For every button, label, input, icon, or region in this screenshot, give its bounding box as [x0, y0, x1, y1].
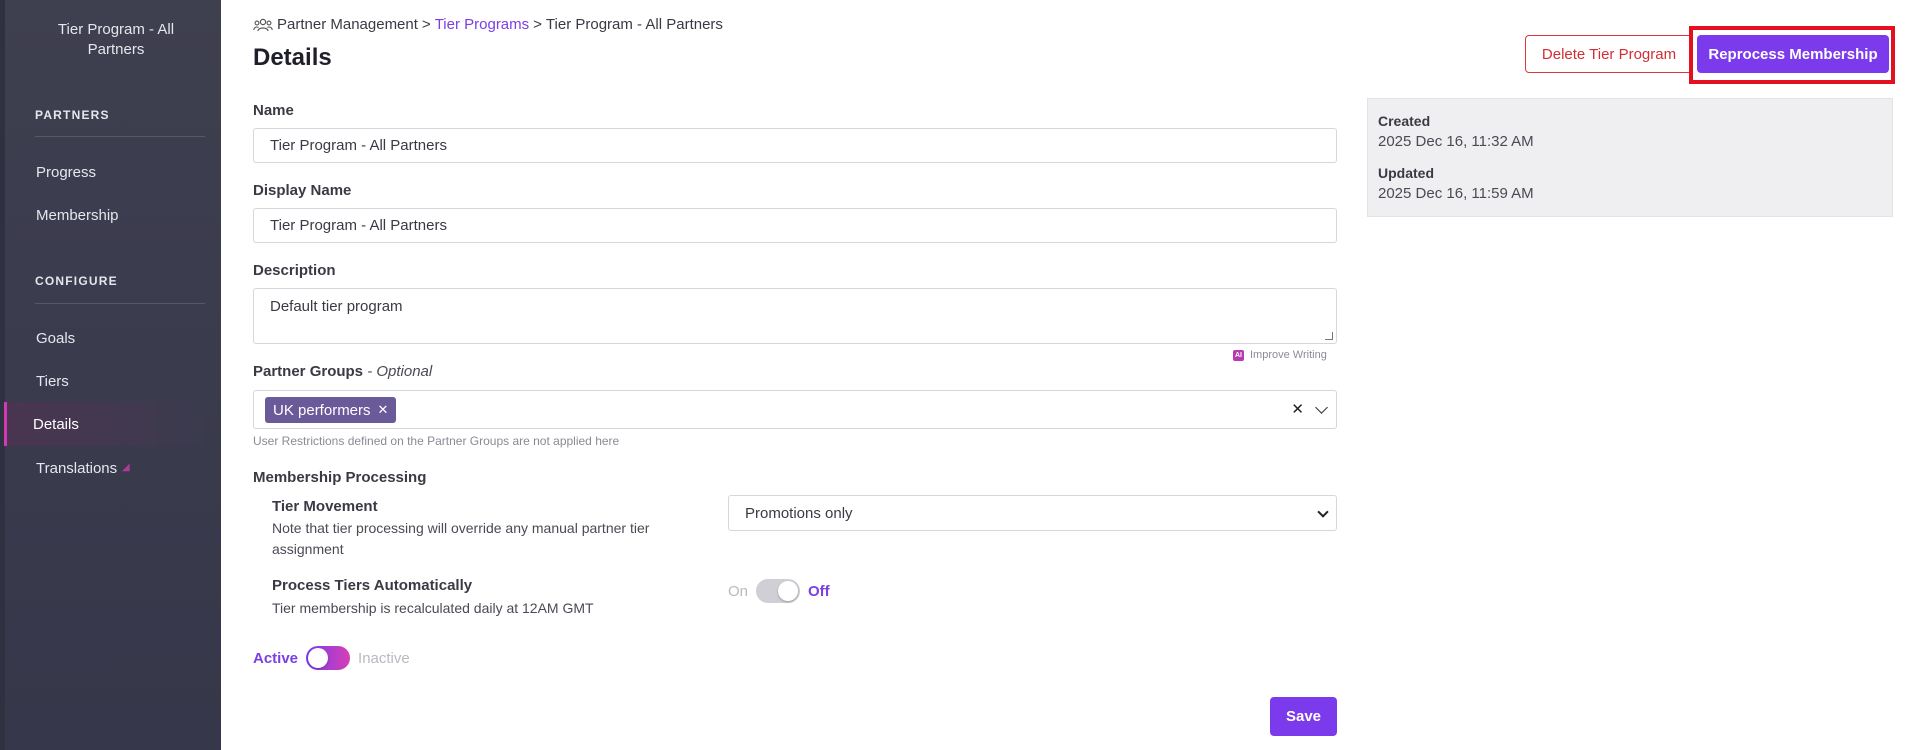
- sidebar-item-membership[interactable]: Membership: [36, 207, 119, 224]
- breadcrumb-link-tier-programs[interactable]: Tier Programs: [435, 16, 529, 33]
- tier-movement-value: Promotions only: [745, 504, 853, 522]
- sidebar-divider: [35, 136, 205, 137]
- ai-writing-icon: AI: [1233, 349, 1244, 361]
- membership-processing-label: Membership Processing: [253, 469, 427, 486]
- toggle-knob: [778, 581, 799, 601]
- description-textarea[interactable]: Default tier program: [253, 288, 1337, 344]
- toggle-knob: [308, 648, 329, 668]
- reprocess-membership-button[interactable]: Reprocess Membership: [1697, 35, 1889, 73]
- breadcrumb-root[interactable]: Partner Management: [277, 16, 418, 33]
- process-tiers-auto-toggle[interactable]: [756, 579, 801, 603]
- description-label: Description: [253, 262, 336, 279]
- translations-indicator-icon: ◢: [122, 462, 130, 473]
- breadcrumb-current: Tier Program - All Partners: [545, 16, 723, 33]
- name-field-value: Tier Program - All Partners: [270, 137, 447, 154]
- display-name-field-value: Tier Program - All Partners: [270, 217, 447, 234]
- active-status-toggle[interactable]: [306, 646, 351, 670]
- toggle-off-label: Off: [808, 582, 830, 600]
- partner-groups-hint: User Restrictions defined on the Partner…: [253, 434, 620, 448]
- process-tiers-auto-description: Tier membership is recalculated daily at…: [272, 600, 594, 616]
- save-button[interactable]: Save: [1270, 697, 1337, 736]
- status-active-label: Active: [253, 649, 299, 667]
- partner-group-chip-label: UK performers: [273, 401, 371, 419]
- sidebar-item-translations[interactable]: Translations: [36, 460, 117, 477]
- breadcrumb: Partner Management > Tier Programs > Tie…: [253, 16, 723, 33]
- improve-writing-button[interactable]: AI Improve Writing: [1233, 349, 1327, 361]
- sidebar-active-indicator: [4, 402, 7, 446]
- resize-handle-icon[interactable]: [1325, 332, 1333, 340]
- page-title: Details: [253, 44, 332, 71]
- display-name-label: Display Name: [253, 182, 352, 199]
- sidebar-item-goals[interactable]: Goals: [36, 330, 75, 347]
- meta-panel: Created 2025 Dec 16, 11:32 AM Updated 20…: [1367, 98, 1893, 217]
- remove-chip-icon[interactable]: ✕: [378, 402, 389, 418]
- updated-label: Updated: [1378, 165, 1434, 181]
- improve-writing-label: Improve Writing: [1250, 349, 1327, 361]
- updated-value: 2025 Dec 16, 11:59 AM: [1378, 185, 1534, 202]
- delete-tier-program-button[interactable]: Delete Tier Program: [1525, 35, 1693, 73]
- name-label: Name: [253, 102, 294, 119]
- name-field[interactable]: Tier Program - All Partners: [253, 128, 1337, 163]
- partner-group-chip: UK performers ✕: [265, 397, 397, 423]
- partner-groups-optional: - Optional: [367, 363, 433, 380]
- tier-movement-description: Note that tier processing will override …: [272, 520, 650, 557]
- sidebar: Tier Program - All Partners PARTNERS Pro…: [0, 0, 221, 750]
- tier-movement-label: Tier Movement: [272, 498, 378, 515]
- breadcrumb-separator: >: [533, 16, 542, 33]
- partner-groups-label-text: Partner Groups: [253, 363, 364, 380]
- chevron-down-icon: [1317, 506, 1329, 518]
- clear-selection-icon[interactable]: ✕: [1291, 400, 1304, 418]
- status-toggle-row: Active Inactive: [253, 646, 410, 670]
- sidebar-item-progress[interactable]: Progress: [36, 164, 96, 181]
- tier-movement-select[interactable]: Promotions only: [728, 495, 1337, 531]
- process-tiers-auto-label: Process Tiers Automatically: [272, 577, 473, 594]
- toggle-on-label: On: [728, 582, 749, 600]
- sidebar-title: Tier Program - All Partners: [57, 21, 175, 58]
- sidebar-item-details[interactable]: Details: [33, 416, 79, 433]
- partner-groups-select[interactable]: UK performers ✕ ✕: [253, 390, 1337, 429]
- status-inactive-label: Inactive: [358, 649, 410, 667]
- breadcrumb-separator: >: [421, 16, 431, 33]
- sidebar-divider: [35, 303, 205, 304]
- sidebar-section-configure: CONFIGURE: [35, 274, 118, 288]
- sidebar-section-partners: PARTNERS: [35, 108, 110, 122]
- partner-groups-label: Partner Groups - Optional: [253, 363, 432, 380]
- sidebar-edge: [0, 0, 5, 750]
- created-value: 2025 Dec 16, 11:32 AM: [1378, 133, 1534, 150]
- display-name-field[interactable]: Tier Program - All Partners: [253, 208, 1337, 243]
- sidebar-item-tiers[interactable]: Tiers: [36, 373, 69, 390]
- chevron-down-icon[interactable]: [1315, 401, 1328, 414]
- created-label: Created: [1378, 113, 1431, 129]
- process-tiers-auto-toggle-row: On Off: [728, 579, 830, 603]
- description-value: Default tier program: [270, 298, 403, 315]
- partners-icon: [253, 18, 273, 31]
